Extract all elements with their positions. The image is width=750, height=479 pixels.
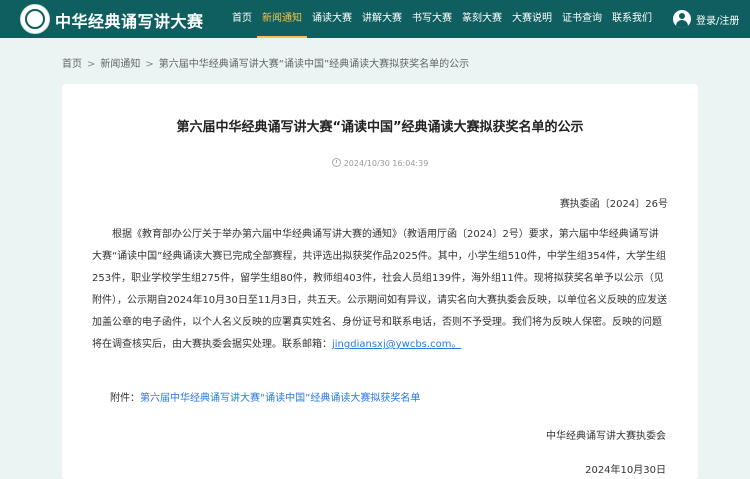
body-text: 根据《教育部办公厅关于举办第六届中华经典诵写讲大赛的通知》（教语用厅函〔2024… [92,229,667,350]
breadcrumb-separator: > [145,59,154,70]
logo-icon[interactable] [20,4,50,34]
article-meta: 2024/10/30 16:04:39 [62,158,698,168]
top-header: 中华经典诵写讲大赛 首页 新闻通知 诵读大赛 讲解大赛 书写大赛 篆刻大赛 大赛… [0,0,750,38]
contact-email-link[interactable]: jingdiansxj@ywcbs.com。 [332,339,461,350]
breadcrumb-separator: > [87,59,96,70]
main-nav: 首页 新闻通知 诵读大赛 讲解大赛 书写大赛 篆刻大赛 大赛说明 证书查询 联系… [227,0,657,38]
login-label: 登录/注册 [696,15,740,27]
attachment: 附件：第六届中华经典诵写讲大赛“诵读中国”经典诵读大赛拟获奖名单 [110,389,420,404]
publish-datetime: 2024/10/30 16:04:39 [343,159,429,168]
nav-item-about[interactable]: 大赛说明 [507,0,557,38]
nav-item-writing[interactable]: 书写大赛 [407,0,457,38]
nav-item-home[interactable]: 首页 [227,0,257,38]
article-body: 根据《教育部办公厅关于举办第六届中华经典诵写讲大赛的通知》（教语用厅函〔2024… [92,224,668,356]
breadcrumb: 首页 > 新闻通知 > 第六届中华经典诵写讲大赛“诵读中国”经典诵读大赛拟获奖名单的公示 [62,55,469,70]
user-avatar-icon [673,10,691,28]
sign-date: 2024年10月30日 [585,465,666,476]
attachment-link[interactable]: 第六届中华经典诵写讲大赛“诵读中国”经典诵读大赛拟获奖名单 [140,393,420,404]
clock-icon [331,158,341,167]
nav-item-seal-carving[interactable]: 篆刻大赛 [457,0,507,38]
nav-item-recitation[interactable]: 诵读大赛 [307,0,357,38]
nav-item-explanation[interactable]: 讲解大赛 [357,0,407,38]
login-button[interactable]: 登录/注册 [673,9,739,29]
site-title[interactable]: 中华经典诵写讲大赛 [55,8,204,32]
breadcrumb-current: 第六届中华经典诵写讲大赛“诵读中国”经典诵读大赛拟获奖名单的公示 [158,59,470,70]
signer: 中华经典诵写讲大赛执委会 [546,431,666,442]
document-number: 赛执委函〔2024〕26号 [559,199,668,210]
nav-item-news[interactable]: 新闻通知 [257,0,307,38]
nav-item-certificate[interactable]: 证书查询 [557,0,607,38]
article-card: 第六届中华经典诵写讲大赛“诵读中国”经典诵读大赛拟获奖名单的公示 2024/10… [62,84,698,479]
attachment-label: 附件： [110,393,140,404]
breadcrumb-news[interactable]: 新闻通知 [100,59,140,70]
breadcrumb-home[interactable]: 首页 [62,59,82,70]
article-title: 第六届中华经典诵写讲大赛“诵读中国”经典诵读大赛拟获奖名单的公示 [176,120,584,135]
nav-item-contact[interactable]: 联系我们 [607,0,657,38]
